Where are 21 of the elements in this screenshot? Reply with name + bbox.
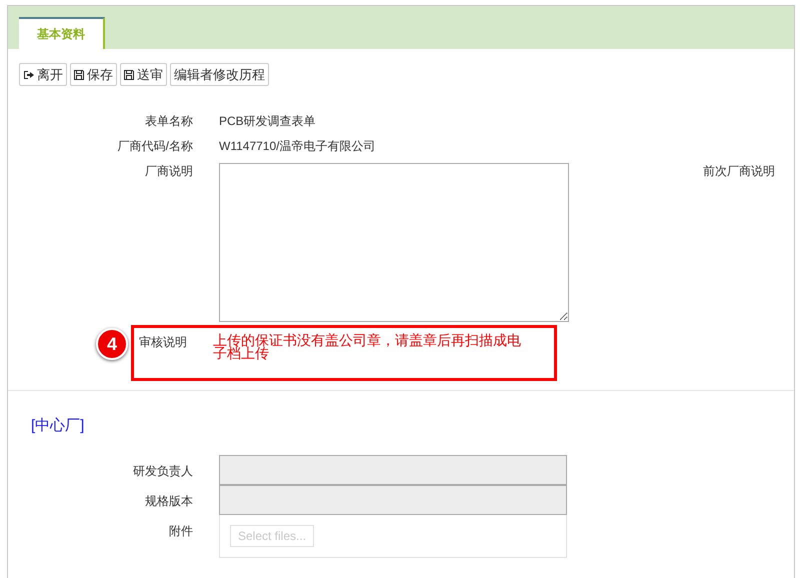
field-value: W1147710/温帝电子有限公司 [219, 138, 376, 154]
toolbar-button[interactable]: 送审 [120, 63, 167, 86]
field-label: 厂商代码/名称 [116, 138, 193, 154]
field-label: 规格版本 [144, 493, 193, 510]
toolbar-button[interactable]: 编辑者修改历程 [170, 63, 269, 86]
field-label: 厂商说明 [144, 163, 193, 180]
toolbar-button[interactable]: 离开 [19, 63, 67, 86]
field-value: PCB研发调查表单 [219, 113, 317, 129]
section-title: [中心厂] [31, 416, 86, 435]
field-label: 附件 [168, 523, 193, 540]
save-icon [74, 70, 84, 80]
review-note: 上传的保证书没有盖公司章，请盖章后再扫描成电子档上传 [213, 334, 522, 363]
field-label: 前次厂商说明 [702, 164, 775, 178]
exit-icon [23, 70, 34, 80]
field-label: 审核说明 [139, 334, 187, 351]
field-label: 研发负责人 [132, 463, 193, 480]
save-icon [124, 70, 134, 80]
step-badge: 4 [96, 328, 128, 360]
vendor-note-field[interactable] [219, 163, 569, 322]
field-label: 表单名称 [144, 113, 193, 129]
toolbar-button[interactable]: 保存 [70, 63, 117, 86]
